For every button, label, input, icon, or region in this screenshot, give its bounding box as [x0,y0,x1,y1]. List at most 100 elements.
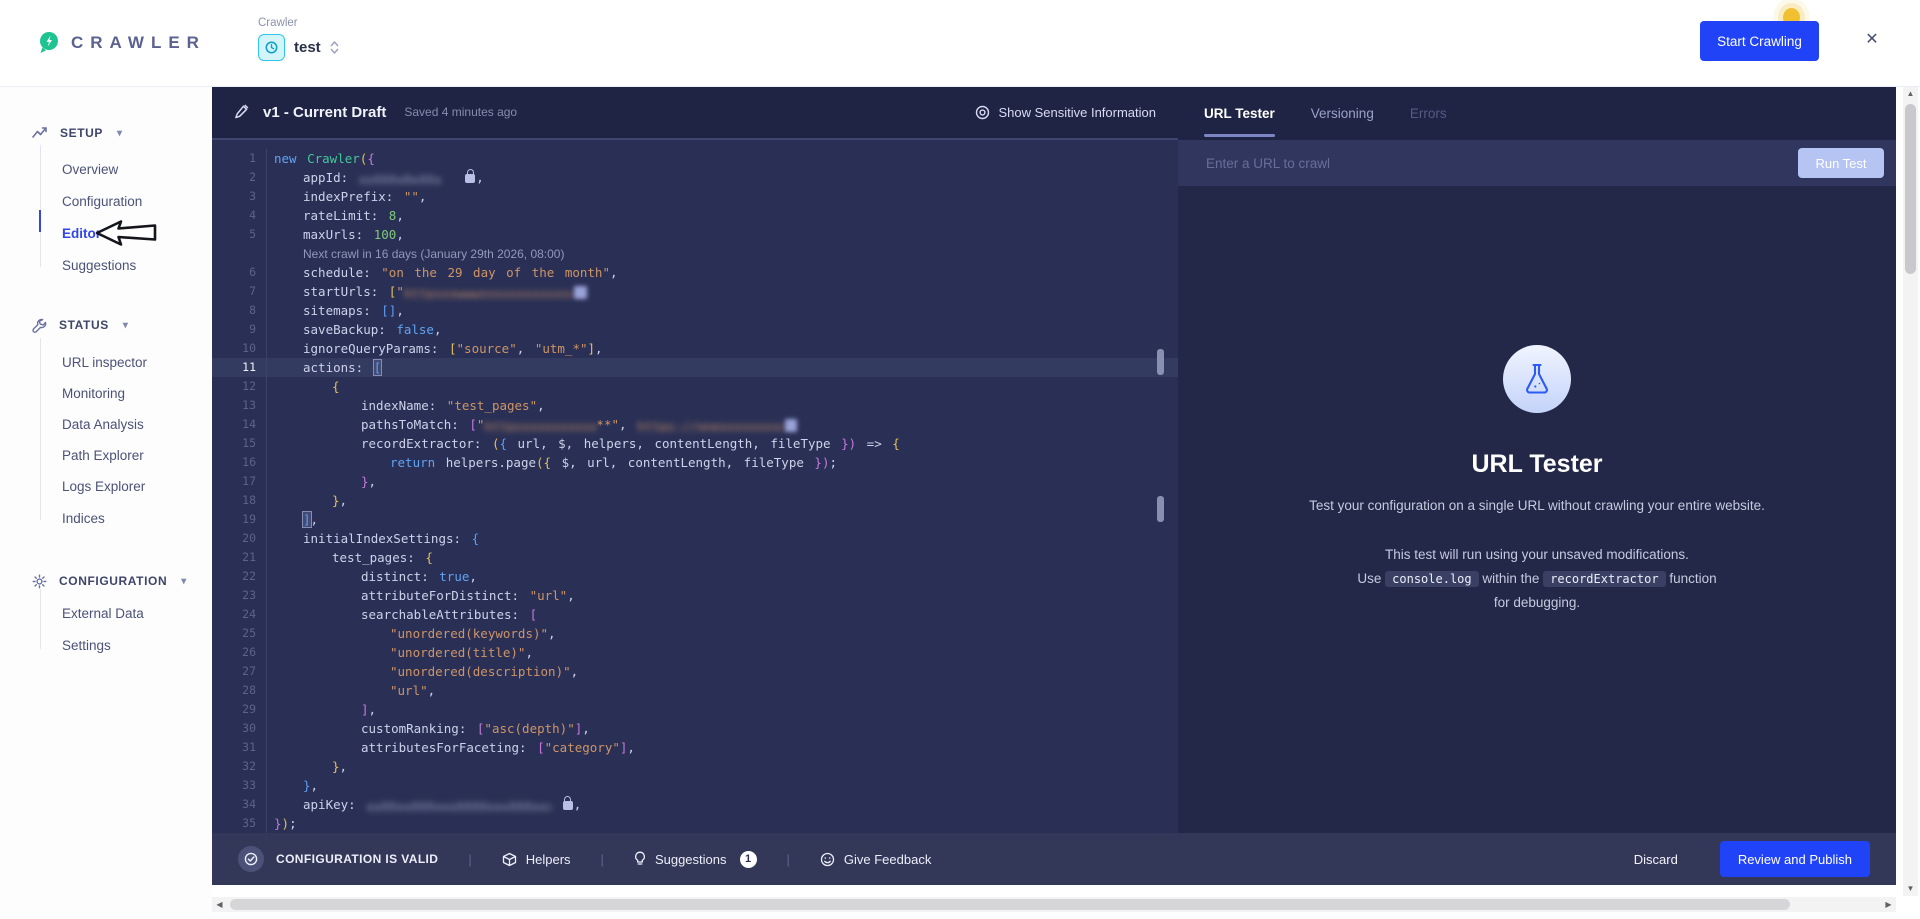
suggestions-count-badge: 1 [739,850,757,868]
chevron-down-icon: ▾ [122,319,129,331]
code-line[interactable]: 14pathsToMatch: ["httpsxxxxxxxxxxxxxx**"… [212,415,1178,434]
code-line[interactable]: 2 appId: xxXXXxOxXXx , [212,168,1178,187]
separator: | [468,851,472,867]
sidebar: SETUP ▾ Overview Configuration Editor Su… [0,86,212,919]
sidebar-item-suggestions[interactable]: Suggestions [62,253,136,277]
code-line[interactable]: 33}, [212,776,1178,795]
redacted-value: httpsxxwwwxxxxxxxxxxxxxxcomxx [403,286,574,299]
code-hint-line[interactable]: Next crawl in 16 days (January 29th 2026… [212,244,1178,263]
code-line[interactable]: 8 sitemaps: [], [212,301,1178,320]
sidebar-section-configuration[interactable]: CONFIGURATION ▾ [32,569,187,593]
sidebar-item-logs-explorer[interactable]: Logs Explorer [62,474,145,498]
show-sensitive-toggle[interactable]: Show Sensitive Information [975,105,1156,120]
suggestions-button[interactable]: Suggestions 1 [634,850,757,868]
code-line[interactable]: 5 maxUrls: 100, [212,225,1178,244]
url-input[interactable] [1204,154,1798,172]
vertical-scrollbar-thumb[interactable] [1905,104,1916,274]
top-header: CRAWLER Crawler test Start Crawling ✕ [0,0,1920,87]
scroll-down-arrow-icon[interactable]: ▼ [1903,881,1918,896]
redacted-value: x [573,286,587,299]
code-line[interactable]: 17}, [212,472,1178,491]
code-line[interactable]: 15 recordExtractor: ({ url, $, helpers, c… [212,434,1178,453]
sidebar-item-path-explorer[interactable]: Path Explorer [62,443,144,467]
code-line[interactable]: 30 customRanking: ["asc(depth)"], [212,719,1178,738]
code-line[interactable]: 32}, [212,757,1178,776]
line-number: 18 [212,491,267,510]
sidebar-section-status[interactable]: STATUS ▾ [32,313,128,337]
code-line[interactable]: 20 initialIndexSettings: { [212,529,1178,548]
chevron-down-icon: ▾ [117,127,123,139]
sidebar-item-indices[interactable]: Indices [62,506,105,530]
redacted-value: httpsxxxxxxxxxxxxxx [484,419,597,432]
code-line[interactable]: 16 return helpers.page({ $, url, contentL… [212,453,1178,472]
code-line[interactable]: 19], [212,510,1178,529]
code-line[interactable]: 10 ignoreQueryParams: ["source", "utm_*"]… [212,339,1178,358]
line-number: 3 [212,187,267,206]
tab-url-tester[interactable]: URL Tester [1204,86,1275,140]
code-line[interactable]: 23 attributeForDistinct: "url", [212,586,1178,605]
code-line[interactable]: 24 searchableAttributes: [ [212,605,1178,624]
sidebar-item-monitoring[interactable]: Monitoring [62,381,125,405]
line-number: 8 [212,301,267,320]
discard-button[interactable]: Discard [1628,851,1684,868]
code-line[interactable]: 18}, [212,491,1178,510]
scroll-up-arrow-icon[interactable]: ▲ [1903,86,1918,101]
code-editor[interactable]: 1 new Crawler({2 appId: xxXXXxOxXXx , 3 inde… [212,140,1178,833]
code-line[interactable]: 28 "url", [212,681,1178,700]
horizontal-scrollbar[interactable]: ◀ ▶ [212,897,1896,912]
code-line[interactable]: 31 attributesForFaceting: ["category"], [212,738,1178,757]
code-line[interactable]: 13 indexName: "test_pages", [212,396,1178,415]
code-line[interactable]: 7startUrls: ["httpsxxwwwxxxxxxxxxxxxxxco… [212,282,1178,301]
app-picker[interactable]: Crawler test [258,17,339,61]
helpers-button[interactable]: Helpers [502,852,571,867]
sidebar-item-configuration[interactable]: Configuration [62,189,142,213]
tab-errors[interactable]: Errors [1410,86,1447,140]
code-line[interactable]: 3 indexPrefix: "", [212,187,1178,206]
review-publish-button[interactable]: Review and Publish [1719,841,1870,877]
sidebar-section-setup[interactable]: SETUP ▾ [32,121,123,145]
give-feedback-button[interactable]: Give Feedback [820,852,931,867]
close-icon[interactable]: ✕ [1858,25,1886,53]
code-line[interactable]: 29], [212,700,1178,719]
line-number: 35 [212,814,267,833]
code-line[interactable]: 6 schedule: "on the 29 day of the month", [212,263,1178,282]
sidebar-item-overview[interactable]: Overview [62,157,118,181]
code-line[interactable]: 11 actions: [ [212,358,1178,377]
code-line[interactable]: 9 saveBackup: false, [212,320,1178,339]
code-line[interactable]: 35}); [212,814,1178,833]
pencil-icon[interactable] [234,104,249,120]
app-switcher-chevrons-icon[interactable] [330,41,339,54]
code-line[interactable]: 26 "unordered(title)", [212,643,1178,662]
scroll-right-arrow-icon[interactable]: ▶ [1881,897,1896,912]
next-crawl-hint: Next crawl in 16 days (January 29th 2026… [303,247,565,261]
editor-scrollbar-marker[interactable] [1157,496,1164,522]
lightbulb-icon [634,851,645,865]
run-test-button[interactable]: Run Test [1798,148,1884,178]
vertical-scrollbar[interactable]: ▲ ▼ [1903,86,1918,896]
code-line[interactable]: 1 new Crawler({ [212,149,1178,168]
line-number: 1 [212,149,267,168]
code-line[interactable]: 12{ [212,377,1178,396]
scroll-left-arrow-icon[interactable]: ◀ [212,897,227,912]
code-line[interactable]: 27 "unordered(description)", [212,662,1178,681]
logo-text: CRAWLER [71,33,206,52]
sidebar-item-data-analysis[interactable]: Data Analysis [62,412,144,436]
show-sensitive-label: Show Sensitive Information [998,104,1156,120]
start-crawling-button[interactable]: Start Crawling [1700,21,1819,61]
code-line[interactable]: 4 rateLimit: 8, [212,206,1178,225]
draft-title: v1 - Current Draft [263,103,387,121]
code-line[interactable]: 25 "unordered(keywords)", [212,624,1178,643]
code-line[interactable]: 34 apiKey: xxXXxxXXXxxxXXXXxxxXXXxxx , [212,795,1178,814]
editor-scrollbar-marker[interactable] [1157,349,1164,375]
tab-versioning[interactable]: Versioning [1311,86,1374,140]
line-number: 7 [212,282,267,301]
horizontal-scrollbar-thumb[interactable] [230,899,1790,910]
sidebar-item-settings[interactable]: Settings [62,633,111,657]
sidebar-item-external-data[interactable]: External Data [62,601,144,625]
code-line[interactable]: 22 distinct: true, [212,567,1178,586]
editor-header: v1 - Current Draft Saved 4 minutes ago S… [212,86,1178,140]
tester-note: This test will run using your unsaved mo… [1357,547,1717,610]
sidebar-item-url-inspector[interactable]: URL inspector [62,350,147,374]
line-number: 32 [212,757,267,776]
code-line[interactable]: 21 test_pages: { [212,548,1178,567]
